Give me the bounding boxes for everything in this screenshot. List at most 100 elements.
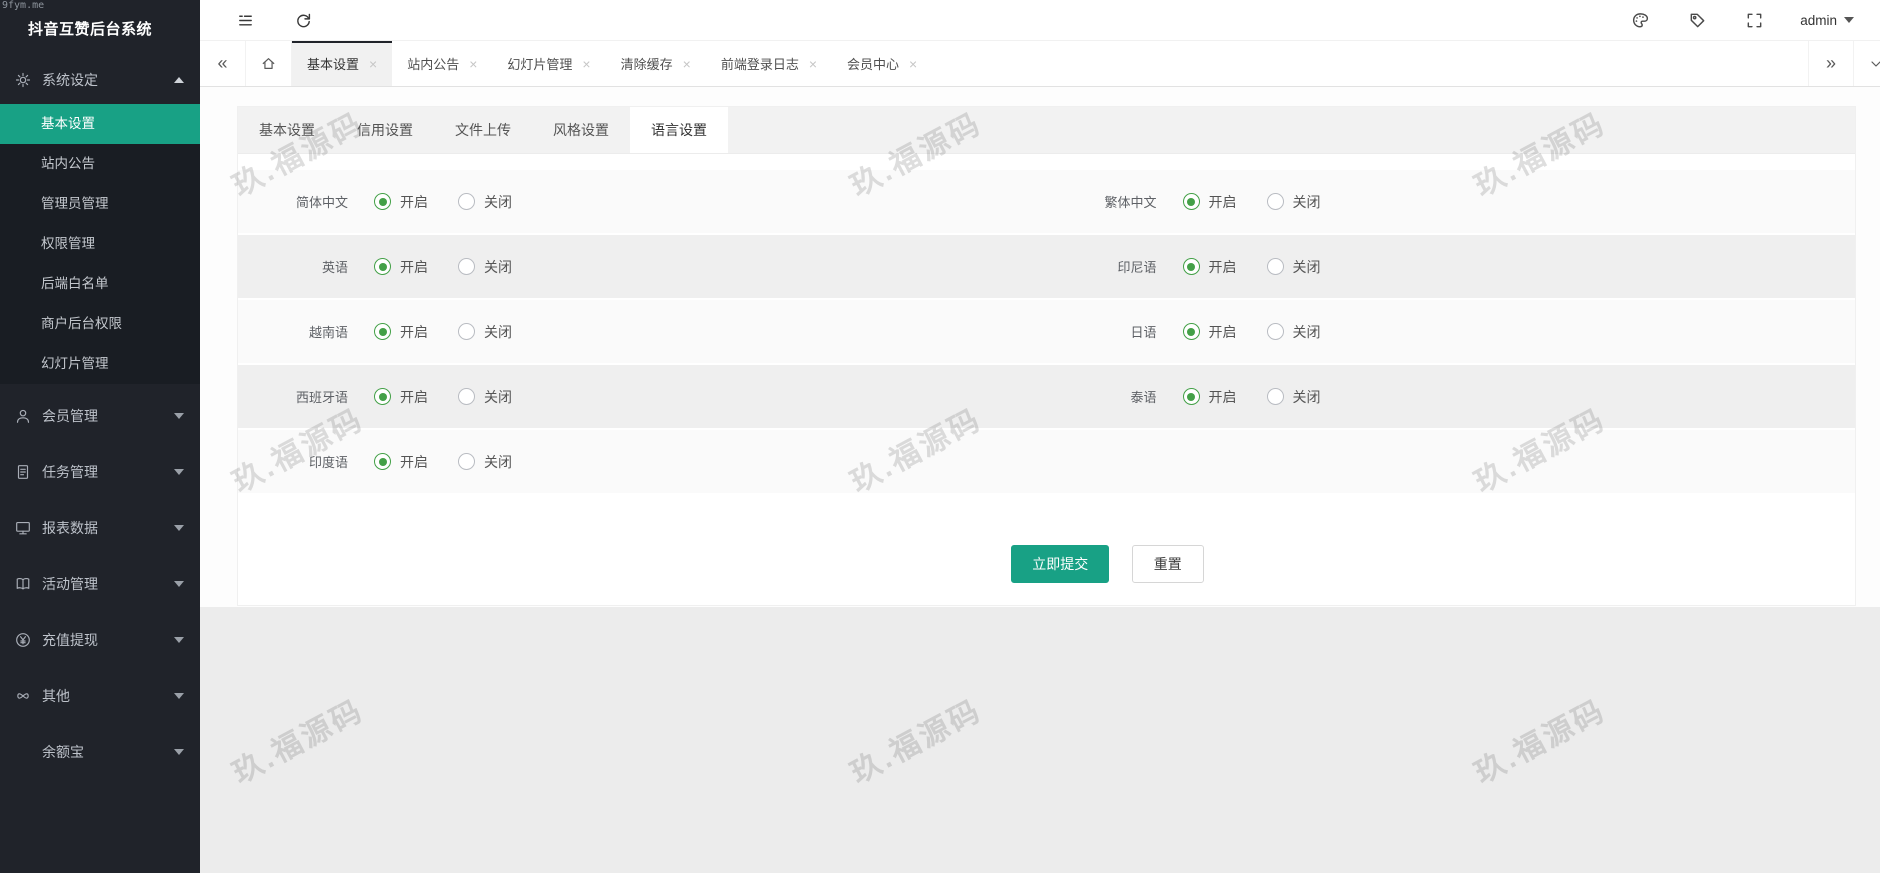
radio-unchecked-icon[interactable] (1267, 388, 1284, 405)
close-icon[interactable]: × (582, 57, 590, 71)
sidebar-subitem-0-6[interactable]: 幻灯片管理 (0, 344, 200, 384)
radio-checked-icon[interactable] (374, 453, 391, 470)
radio-option-on[interactable]: 开启 (374, 452, 428, 472)
radio-option-off[interactable]: 关闭 (458, 257, 512, 277)
radio-option-off[interactable]: 关闭 (1267, 322, 1321, 342)
sidebar-subitem-0-4[interactable]: 后端白名单 (0, 264, 200, 304)
radio-unchecked-icon[interactable] (1267, 258, 1284, 275)
sidebar-subitem-0-3[interactable]: 权限管理 (0, 224, 200, 264)
radio-unchecked-icon[interactable] (458, 323, 475, 340)
sidebar-item-6[interactable]: 其他 (0, 672, 200, 720)
chart-icon (13, 518, 33, 538)
radio-option-label: 关闭 (484, 192, 512, 212)
radio-unchecked-icon[interactable] (458, 193, 475, 210)
radio-option-on[interactable]: 开启 (1183, 387, 1237, 407)
nav-tab-5[interactable]: 会员中心× (832, 41, 932, 86)
radio-option-off[interactable]: 关闭 (1267, 192, 1321, 212)
radio-option-on[interactable]: 开启 (1183, 192, 1237, 212)
radio-checked-icon[interactable] (1183, 258, 1200, 275)
tabs-scroll-right-button[interactable]: » (1808, 41, 1854, 86)
chevron-down-icon (174, 637, 184, 643)
form-col-right: 印尼语开启关闭 (1047, 235, 1856, 298)
radio-checked-icon[interactable] (1183, 323, 1200, 340)
radio-option-off[interactable]: 关闭 (458, 452, 512, 472)
radio-unchecked-icon[interactable] (458, 453, 475, 470)
field-label: 西班牙语 (238, 387, 374, 406)
sidebar-submenu: 基本设置站内公告管理员管理权限管理后端白名单商户后台权限幻灯片管理 (0, 104, 200, 384)
user-icon (13, 406, 33, 426)
nav-tab-2[interactable]: 幻灯片管理× (492, 41, 605, 86)
radio-checked-icon[interactable] (374, 258, 391, 275)
radio-unchecked-icon[interactable] (458, 388, 475, 405)
sidebar-item-0[interactable]: 系统设定 (0, 56, 200, 104)
sidebar-subitem-0-5[interactable]: 商户后台权限 (0, 304, 200, 344)
radio-option-label: 关闭 (484, 387, 512, 407)
refresh-icon[interactable] (292, 9, 314, 31)
sidebar-item-4[interactable]: 活动管理 (0, 560, 200, 608)
settings-tab-2[interactable]: 文件上传 (434, 107, 532, 153)
menu-toggle-icon[interactable] (234, 9, 256, 31)
radio-checked-icon[interactable] (1183, 193, 1200, 210)
tabs-scroll-left-button[interactable]: « (200, 41, 246, 86)
radio-option-on[interactable]: 开启 (374, 257, 428, 277)
sidebar-item-label: 其他 (42, 686, 174, 706)
radio-unchecked-icon[interactable] (458, 258, 475, 275)
radio-group: 开启 关闭 (374, 192, 512, 212)
radio-option-on[interactable]: 开启 (374, 192, 428, 212)
radio-option-off[interactable]: 关闭 (458, 387, 512, 407)
tabs-menu-button[interactable] (1854, 41, 1880, 86)
close-icon[interactable]: × (683, 57, 691, 71)
radio-option-label: 开启 (400, 387, 428, 407)
radio-group: 开启 关闭 (1183, 257, 1321, 277)
sidebar-item-2[interactable]: 任务管理 (0, 448, 200, 496)
radio-option-off[interactable]: 关闭 (458, 322, 512, 342)
radio-unchecked-icon[interactable] (1267, 193, 1284, 210)
nav-tab-1[interactable]: 站内公告× (392, 41, 492, 86)
theme-palette-icon[interactable] (1629, 9, 1651, 31)
radio-option-on[interactable]: 开启 (374, 322, 428, 342)
content-area: 基本设置信用设置文件上传风格设置语言设置 简体中文开启关闭繁体中文开启关闭英语开… (200, 87, 1880, 873)
sidebar: 抖音互赞后台系统 系统设定基本设置站内公告管理员管理权限管理后端白名单商户后台权… (0, 0, 200, 873)
nav-tab-0[interactable]: 基本设置× (292, 41, 392, 86)
field-label: 印度语 (238, 452, 374, 471)
close-icon[interactable]: × (909, 57, 917, 71)
settings-tabs: 基本设置信用设置文件上传风格设置语言设置 (238, 107, 1855, 154)
fullscreen-icon[interactable] (1743, 9, 1765, 31)
radio-option-on[interactable]: 开启 (1183, 322, 1237, 342)
settings-tab-4[interactable]: 语言设置 (630, 107, 728, 153)
radio-option-off[interactable]: 关闭 (458, 192, 512, 212)
sidebar-item-5[interactable]: 充值提现 (0, 616, 200, 664)
home-tab-icon[interactable] (246, 41, 292, 86)
settings-tab-0[interactable]: 基本设置 (238, 107, 336, 153)
radio-option-off[interactable]: 关闭 (1267, 387, 1321, 407)
sidebar-subitem-0-0[interactable]: 基本设置 (0, 104, 200, 144)
sidebar-item-7[interactable]: 余额宝 (0, 728, 200, 776)
close-icon[interactable]: × (469, 57, 477, 71)
radio-option-on[interactable]: 开启 (374, 387, 428, 407)
reset-button[interactable]: 重置 (1132, 545, 1204, 583)
nav-tab-4[interactable]: 前端登录日志× (706, 41, 832, 86)
radio-option-off[interactable]: 关闭 (1267, 257, 1321, 277)
sidebar-item-1[interactable]: 会员管理 (0, 392, 200, 440)
close-icon[interactable]: × (809, 57, 817, 71)
form-col-right: 日语开启关闭 (1047, 300, 1856, 363)
close-icon[interactable]: × (369, 57, 377, 71)
radio-checked-icon[interactable] (374, 193, 391, 210)
radio-unchecked-icon[interactable] (1267, 323, 1284, 340)
tag-icon[interactable] (1686, 9, 1708, 31)
radio-checked-icon[interactable] (1183, 388, 1200, 405)
sidebar-subitem-0-1[interactable]: 站内公告 (0, 144, 200, 184)
field-label: 繁体中文 (1047, 192, 1183, 211)
radio-checked-icon[interactable] (374, 323, 391, 340)
radio-option-on[interactable]: 开启 (1183, 257, 1237, 277)
radio-checked-icon[interactable] (374, 388, 391, 405)
sidebar-item-3[interactable]: 报表数据 (0, 504, 200, 552)
form-row: 简体中文开启关闭繁体中文开启关闭 (238, 170, 1855, 233)
user-menu[interactable]: admin (1800, 13, 1854, 28)
sidebar-subitem-0-2[interactable]: 管理员管理 (0, 184, 200, 224)
nav-tab-3[interactable]: 清除缓存× (606, 41, 706, 86)
settings-tab-3[interactable]: 风格设置 (532, 107, 630, 153)
settings-tab-1[interactable]: 信用设置 (336, 107, 434, 153)
submit-button[interactable]: 立即提交 (1011, 545, 1109, 583)
field-label: 泰语 (1047, 387, 1183, 406)
